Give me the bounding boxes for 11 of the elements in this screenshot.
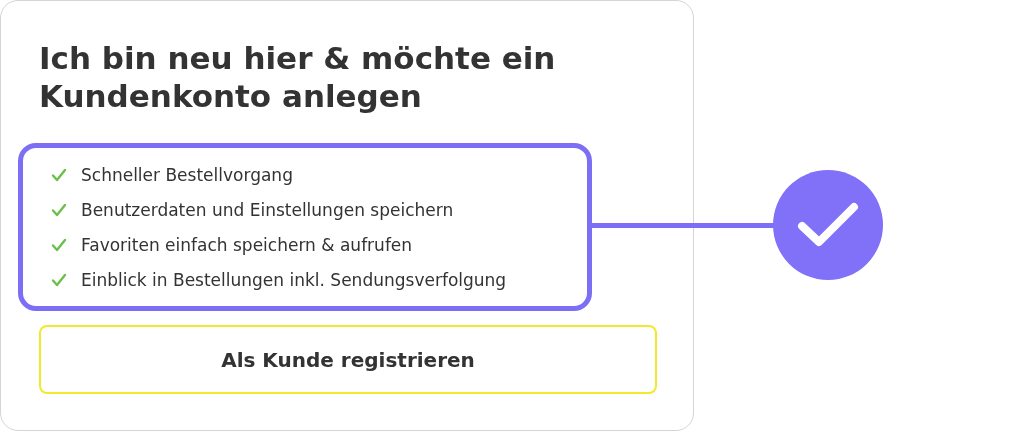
benefit-text: Benutzerdaten und Einstellungen speichern <box>81 198 454 222</box>
check-icon <box>797 202 859 248</box>
register-button[interactable]: Als Kunde registrieren <box>39 325 657 394</box>
benefit-text: Einblick in Bestellungen inkl. Sendungsverfolgung <box>81 268 507 292</box>
check-icon <box>51 272 67 287</box>
check-icon <box>51 167 67 182</box>
card-title: Ich bin neu hier & möchte ein Kundenkonto anlegen <box>39 39 557 115</box>
check-icon <box>51 237 67 252</box>
benefit-text: Favoriten einfach speichern & aufrufen <box>81 233 413 257</box>
benefit-text: Schneller Bestellvorgang <box>81 163 293 187</box>
check-icon <box>51 202 67 217</box>
